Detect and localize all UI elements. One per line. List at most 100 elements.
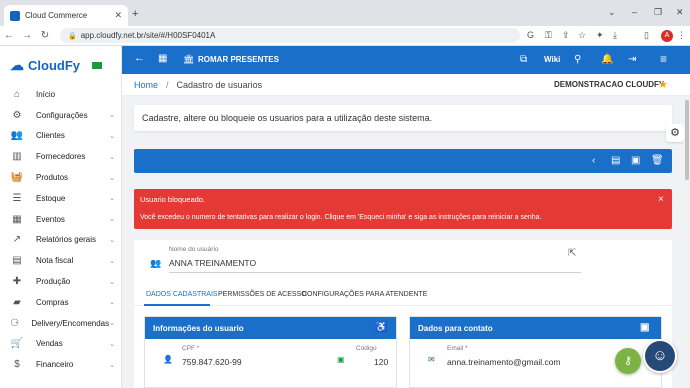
sidebar-item-delivery-encomendas[interactable]: ⚆ Delivery/Encomendas ⌄	[0, 313, 121, 334]
share-icon[interactable]: ⇪	[562, 30, 570, 41]
favorite-star-icon[interactable]: ★	[658, 78, 668, 91]
profile-avatar[interactable]: A	[661, 30, 673, 42]
sidebar-item-label: Clientes	[36, 131, 65, 141]
gear-icon[interactable]: ⚙	[666, 124, 684, 142]
sidebar-item-clientes[interactable]: 👥 Clientes ⌄	[0, 126, 121, 147]
tab-dados-cadastrais[interactable]: DADOS CADASTRAIS	[146, 291, 218, 298]
cpf-caption: CPF *	[182, 345, 200, 352]
sidebar-item-compras[interactable]: ▰ Compras ⌄	[0, 292, 121, 313]
sidebar-item-label: Fornecedores	[36, 152, 86, 162]
active-tab-indicator	[144, 304, 210, 306]
reload-icon[interactable]: ↻	[36, 30, 54, 41]
window-close-icon[interactable]: ✕	[676, 7, 684, 18]
browser-tabbar: Cloud Commerce ✕ + ⌄ – ❐ ✕	[0, 0, 690, 26]
company-name[interactable]: ROMAR PRESENTES	[198, 55, 279, 64]
tab-close-icon[interactable]: ✕	[114, 10, 122, 21]
sidebar-item-vendas[interactable]: 🛒 Vendas ⌄	[0, 334, 121, 355]
contact-badge-icon: ▣	[640, 322, 650, 333]
browser-tab[interactable]: Cloud Commerce ✕	[4, 5, 128, 26]
main-content: Cadastre, altere ou bloqueie os usuarios…	[122, 96, 690, 388]
key-fab-button[interactable]: ⚷	[615, 348, 641, 374]
download-icon[interactable]: ⤓	[613, 30, 617, 41]
user-info-panel: Informações do usuario ♿ 👤 CPF * 759.847…	[144, 316, 397, 388]
new-document-icon[interactable]: ▤	[611, 155, 620, 166]
bookmark-star-icon[interactable]: ☆	[578, 30, 586, 41]
cart-icon: 🛒	[10, 338, 24, 350]
back-arrow-icon[interactable]: ←	[134, 52, 145, 64]
email-input[interactable]: anna.treinamento@gmail.com	[447, 357, 561, 367]
search-icon[interactable]: ⚲	[574, 54, 581, 65]
sidebar-item-label: Delivery/Encomendas	[31, 318, 110, 328]
sidebar-item-eventos[interactable]: ▦ Eventos ⌄	[0, 209, 121, 230]
sidebar-item-producao[interactable]: ✚ Produção ⌄	[0, 271, 121, 292]
sidebar-item-label: Relatórios gerais	[36, 235, 97, 245]
sidebar-item-inicio[interactable]: ⌂ Início	[0, 84, 121, 105]
browser-menu-icon[interactable]: ⋮	[677, 30, 686, 41]
contact-panel-title: Dados para contato	[418, 323, 493, 333]
sidebar-item-produtos[interactable]: 🧺 Produtos ⌄	[0, 167, 121, 188]
minimize-icon[interactable]: –	[632, 7, 637, 17]
page-description: Cadastre, altere ou bloqueie os usuarios…	[134, 105, 672, 131]
new-tab-icon[interactable]: +	[132, 8, 138, 20]
blocked-user-alert: Usuario bloqueado. Você excedeu o numero…	[134, 189, 672, 229]
motorbike-icon: ⚆	[10, 317, 20, 329]
code-caption: Código	[356, 345, 377, 352]
bell-icon[interactable]: 🔔	[601, 54, 613, 65]
contact-panel-header: Dados para contato ▣	[410, 317, 661, 339]
sidebar-item-fornecedores[interactable]: ▥ Fornecedores ⌄	[0, 146, 121, 167]
lock-icon: 🔒	[68, 32, 77, 40]
briefcase-icon: ▰	[13, 296, 21, 308]
logout-icon[interactable]: ⇥	[628, 54, 636, 65]
sidebar-item-relatorios-gerais[interactable]: ↗ Relatórios gerais ⌄	[0, 230, 121, 251]
alert-title: Usuario bloqueado.	[140, 195, 206, 204]
restore-icon[interactable]: ❐	[654, 7, 662, 18]
tab-configuracoes-atendente[interactable]: CONFIGURAÇÕES PARA ATENDENTE	[302, 291, 427, 298]
breadcrumb-home[interactable]: Home	[134, 80, 158, 90]
sidepanel-icon[interactable]: ▯	[644, 30, 649, 41]
tab-permissoes-acesso[interactable]: PERMISSÕES DE ACESSO	[218, 291, 307, 298]
cast-icon[interactable]: ⧉	[520, 54, 527, 65]
tab-search-chevron-icon[interactable]: ⌄	[608, 7, 616, 18]
save-icon[interactable]: ▣	[631, 155, 640, 166]
puzzle-icon: ✚	[12, 276, 22, 288]
form-tabs: DADOS CADASTRAIS PERMISSÕES DE ACESSO CO…	[134, 284, 672, 306]
contact-card-icon: ▣	[337, 355, 345, 364]
hamburger-menu-icon[interactable]: ≡	[660, 52, 667, 66]
google-icon[interactable]: G	[527, 30, 534, 40]
sidebar-item-nota-fiscal[interactable]: ▤ Nota fiscal ⌄	[0, 250, 121, 271]
alert-close-icon[interactable]: ×	[658, 194, 664, 205]
username-field[interactable]: 👥 Nome do usuário ANNA TREINAMENTO	[134, 240, 672, 276]
person-icon: 👤	[163, 355, 173, 364]
sidebar-item-configuracoes[interactable]: ⚙ Configurações ⌄	[0, 105, 121, 126]
sidebar: ☁ CloudFy ⌂ Início ⚙ Configurações ⌄ 👥 Cliente…	[0, 46, 122, 388]
code-input[interactable]: 120	[374, 357, 388, 367]
delete-icon[interactable]: 🗑	[651, 155, 664, 166]
chevron-down-icon: ⌄	[109, 257, 115, 265]
breadcrumb: Home / Cadastro de usuarios DEMONSTRACAO…	[122, 74, 690, 96]
username-value[interactable]: ANNA TREINAMENTO	[169, 258, 256, 268]
chevron-left-icon[interactable]: ‹	[592, 155, 595, 166]
cpf-input[interactable]: 759.847.620-99	[182, 357, 242, 367]
address-bar[interactable]: 🔒 app.cloudfy.net.br/site/#/H00SF0401A	[60, 28, 520, 43]
logo-text: CloudFy	[28, 57, 80, 73]
stock-list-icon: ☰	[12, 192, 22, 204]
key-icon[interactable]: ⚿	[545, 30, 552, 41]
apps-grid-icon[interactable]: ▦	[158, 53, 167, 64]
user-group-icon: 👥	[150, 258, 162, 268]
alert-message: Você excedeu o numero de tentativas para…	[140, 214, 542, 221]
back-icon[interactable]: ←	[0, 30, 18, 41]
current-company[interactable]: DEMONSTRACAO CLOUDFY	[554, 80, 664, 89]
store-icon: 🏛	[183, 54, 195, 64]
sidebar-item-label: Nota fiscal	[36, 256, 74, 266]
user-form: 👥 Nome do usuário ANNA TREINAMENTO DADOS…	[134, 240, 672, 388]
extensions-icon[interactable]: ✦	[596, 30, 604, 41]
sidebar-item-estoque[interactable]: ☰ Estoque ⌄	[0, 188, 121, 209]
support-chat-button[interactable]: ☺	[643, 339, 677, 373]
page-scroll-thumb[interactable]	[685, 100, 689, 180]
username-caption: Nome do usuário	[169, 246, 219, 253]
logo[interactable]: ☁ CloudFy	[0, 46, 121, 84]
sidebar-item-financeiro[interactable]: $ Financeiro ⌄	[0, 354, 121, 375]
wiki-link[interactable]: Wiki	[544, 55, 560, 64]
brazil-flag-icon[interactable]	[92, 61, 102, 69]
forward-icon[interactable]: →	[18, 30, 36, 41]
